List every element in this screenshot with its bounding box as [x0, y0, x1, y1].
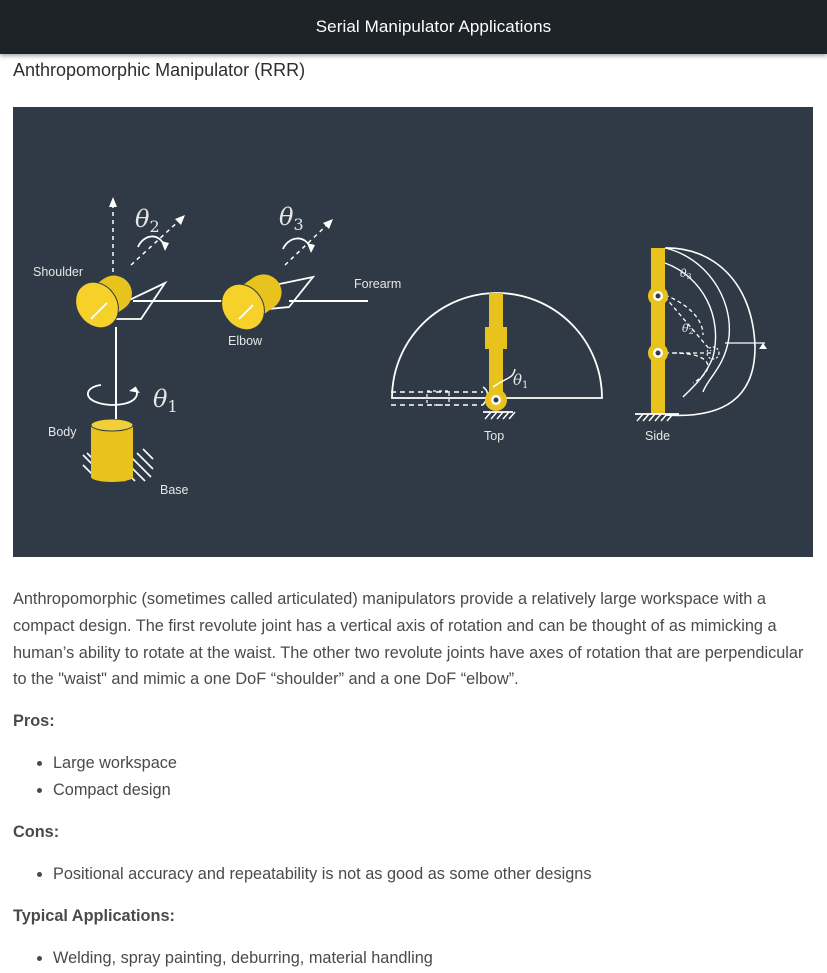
- shoulder-label: Shoulder: [33, 265, 83, 279]
- elbow-joint: [221, 274, 282, 331]
- forearm-label: Forearm: [354, 277, 401, 291]
- base-label: Base: [160, 483, 189, 497]
- pros-heading: Pros:: [13, 712, 55, 730]
- cons-heading: Cons:: [13, 823, 60, 841]
- section-title: Anthropomorphic Manipulator (RRR): [13, 60, 306, 80]
- page-title: Serial Manipulator Applications: [315, 17, 552, 36]
- side-label: Side: [645, 429, 670, 443]
- top-view: θ1 Top: [391, 292, 603, 443]
- pros-list: Large workspace Compact design: [13, 750, 177, 804]
- applications-list: Welding, spray painting, deburring, mate…: [13, 945, 433, 972]
- side-view: θ3 θ2 Side: [635, 247, 767, 443]
- theta1-label: θ1: [153, 385, 178, 416]
- list-item: Compact design: [37, 777, 177, 804]
- top-bar: Serial Manipulator Applications: [0, 0, 827, 54]
- cons-list: Positional accuracy and repeatability is…: [13, 861, 592, 888]
- side-theta3-label: θ3: [680, 267, 692, 281]
- manipulator-figure: θ2 θ3 θ1 Shoulder Elbow Forearm Body Bas…: [13, 107, 813, 557]
- description-paragraph: Anthropomorphic (sometimes called articu…: [13, 590, 804, 689]
- applications-heading: Typical Applications:: [13, 907, 175, 925]
- list-item: Welding, spray painting, deburring, mate…: [37, 945, 433, 972]
- list-item: Large workspace: [37, 750, 177, 777]
- theta3-label: θ3: [279, 203, 304, 234]
- body-label: Body: [48, 425, 77, 439]
- top-label: Top: [484, 429, 504, 443]
- elbow-label: Elbow: [228, 334, 263, 348]
- list-item: Positional accuracy and repeatability is…: [37, 861, 592, 888]
- theta2-label: θ2: [135, 205, 160, 236]
- top-theta1-label: θ1: [513, 371, 528, 391]
- body-joint: [90, 418, 134, 482]
- side-theta2-label: θ2: [682, 322, 694, 336]
- manipulator-diagram: θ2 θ3 θ1 Shoulder Elbow Forearm Body Bas…: [33, 197, 767, 497]
